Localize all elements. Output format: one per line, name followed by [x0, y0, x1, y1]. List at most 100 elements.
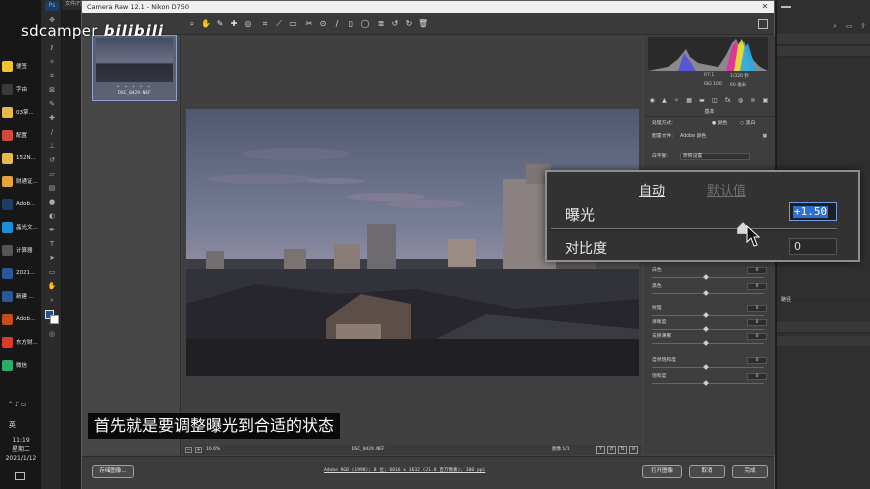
spot-removal-icon[interactable]: ✂ — [304, 19, 314, 29]
stamp-tool-icon[interactable]: ⊥ — [47, 142, 57, 151]
close-icon[interactable]: ✕ — [756, 1, 774, 13]
taskbar-app[interactable]: 配置 — [2, 126, 41, 144]
taskbar-app[interactable]: 晶光文... — [2, 218, 41, 236]
crop-tool-icon[interactable]: ⌗ — [47, 72, 57, 81]
dock-panel-row[interactable] — [777, 46, 870, 57]
adjustment-slider[interactable] — [652, 312, 764, 318]
rotate-right-icon[interactable]: ↻ — [404, 19, 414, 29]
speaker-icon[interactable]: ♪ — [15, 401, 19, 408]
wb-select[interactable]: 原照设置 — [680, 153, 750, 160]
lasso-tool-icon[interactable]: ℓ — [47, 44, 57, 53]
radial-filter-icon[interactable]: ◯ — [360, 19, 370, 29]
shape-tool-icon[interactable]: ▭ — [47, 268, 57, 277]
tab-split-tone-icon[interactable]: ▬ — [699, 97, 705, 106]
color-sampler-icon[interactable]: ✚ — [229, 19, 239, 29]
tab-basic-icon[interactable]: ◉ — [650, 97, 655, 106]
done-button[interactable]: 完成 — [732, 465, 768, 478]
straighten-icon[interactable]: ⟋ — [274, 19, 284, 29]
transform-icon[interactable]: ▭ — [288, 19, 298, 29]
taskbar-app[interactable]: Adob... — [2, 310, 41, 328]
magic-wand-icon[interactable]: ✧ — [47, 58, 57, 67]
zoom-out-button[interactable]: − — [185, 447, 192, 453]
adjustment-slider[interactable] — [652, 364, 764, 370]
paths-panel-title[interactable]: 路径 — [781, 296, 791, 303]
taskbar-app[interactable]: 2021... — [2, 264, 41, 282]
tab-fx-icon[interactable]: fx — [725, 97, 731, 106]
cancel-button[interactable]: 取消 — [689, 465, 725, 478]
adjustment-value[interactable]: 0 — [747, 267, 767, 274]
type-tool-icon[interactable]: T — [47, 240, 57, 249]
save-image-button[interactable]: 存储图像... — [92, 465, 134, 478]
tab-curve-icon[interactable]: ▲ — [662, 97, 667, 106]
treatment-bw-radio[interactable]: ○ 黑白 — [740, 120, 755, 128]
clock[interactable]: 11:19 星期二 2021/1/12 — [0, 436, 42, 463]
profile-browser-icon[interactable]: ▦ — [762, 133, 767, 141]
ime-indicator[interactable]: 英 — [9, 420, 16, 430]
brush-tool-icon[interactable]: ∕ — [47, 128, 57, 137]
adjust-brush-icon[interactable]: ∕ — [332, 19, 342, 29]
adjustment-value[interactable]: 0 — [747, 333, 767, 340]
dock-panel-row[interactable] — [777, 34, 870, 45]
path-row[interactable] — [777, 336, 870, 347]
taskbar-app[interactable]: 03掌... — [2, 103, 41, 121]
adjustment-slider-knob[interactable] — [703, 380, 709, 386]
thumbnail-rating[interactable]: • • • • • — [93, 84, 176, 89]
pen-tool-icon[interactable]: ✒ — [47, 226, 57, 235]
zoom-tool-icon[interactable]: ⌕ — [187, 19, 197, 29]
taskbar-app[interactable]: 微信 — [2, 356, 41, 374]
gradient-tool-icon[interactable]: ▤ — [47, 184, 57, 193]
adjustment-slider-knob[interactable] — [703, 364, 709, 370]
zoom-tool-icon[interactable]: ⌕ — [47, 296, 57, 305]
adjustment-slider[interactable] — [652, 274, 764, 280]
notification-icon[interactable] — [15, 472, 25, 480]
adjustment-slider-knob[interactable] — [703, 312, 709, 318]
path-select-icon[interactable]: ➤ — [47, 254, 57, 263]
adjustment-slider[interactable] — [652, 380, 764, 386]
search-icon[interactable]: ⌕ — [831, 22, 839, 30]
background-color-swatch[interactable] — [50, 315, 59, 324]
adjustment-slider[interactable] — [652, 290, 764, 296]
fullscreen-icon[interactable] — [758, 19, 768, 29]
eraser-tool-icon[interactable]: ▱ — [47, 170, 57, 179]
profile-select[interactable]: Adobe 颜色 — [680, 133, 706, 141]
treatment-color-radio[interactable]: ● 颜色 — [712, 120, 727, 128]
exposure-slider[interactable] — [551, 228, 837, 231]
tab-calibration-icon[interactable]: ◍ — [738, 97, 743, 106]
rotate-left-icon[interactable]: ↺ — [390, 19, 400, 29]
dodge-tool-icon[interactable]: ◐ — [47, 212, 57, 221]
adjustment-slider-knob[interactable] — [703, 274, 709, 280]
adjustment-value[interactable]: 0 — [747, 319, 767, 326]
tab-detail-icon[interactable]: ✧ — [674, 97, 679, 106]
zoom-level-select[interactable]: 16.6% — [206, 445, 220, 455]
exposure-input[interactable]: +1.50 — [789, 202, 837, 221]
taskbar-app[interactable]: 新建 ... — [2, 287, 41, 305]
history-brush-icon[interactable]: ↺ — [47, 156, 57, 165]
hand-tool-icon[interactable]: ✋ — [201, 19, 211, 29]
view-mode-button[interactable]: ≡ — [629, 446, 638, 454]
graduated-filter-icon[interactable]: ▯ — [346, 19, 356, 29]
tab-snapshots-icon[interactable]: ▣ — [763, 97, 769, 106]
targeted-adjust-icon[interactable]: ◎ — [243, 19, 253, 29]
adjustment-slider-knob[interactable] — [703, 326, 709, 332]
workspace-icon[interactable]: ▭ — [845, 22, 853, 30]
adjustment-value[interactable]: 0 — [747, 305, 767, 312]
image-thumbnail[interactable]: • • • • • DSC_0429.NEF — [92, 35, 177, 101]
taskbar-app[interactable]: 152N... — [2, 149, 41, 167]
zoom-in-button[interactable]: + — [195, 447, 202, 453]
hand-tool-icon[interactable]: ✋ — [47, 282, 57, 291]
view-mode-button[interactable]: ⇅ — [618, 446, 627, 454]
adjustment-value[interactable]: 0 — [747, 357, 767, 364]
adjustment-slider[interactable] — [652, 340, 764, 346]
quick-mask-icon[interactable]: ◎ — [47, 330, 57, 339]
adjustment-slider-knob[interactable] — [703, 340, 709, 346]
taskbar-app[interactable]: 字由 — [2, 80, 41, 98]
taskbar-app[interactable]: 财通证... — [2, 172, 41, 190]
view-mode-button[interactable]: ⇄ — [607, 446, 616, 454]
tab-presets-icon[interactable]: ≋ — [750, 97, 755, 106]
network-icon[interactable]: ▭ — [21, 401, 27, 408]
path-row[interactable] — [777, 322, 870, 333]
taskbar-app[interactable]: 东方财... — [2, 333, 41, 351]
default-button[interactable]: 默认值 — [707, 180, 746, 199]
taskbar-app[interactable]: 便签 — [2, 57, 41, 75]
adjustment-value[interactable]: 0 — [747, 373, 767, 380]
